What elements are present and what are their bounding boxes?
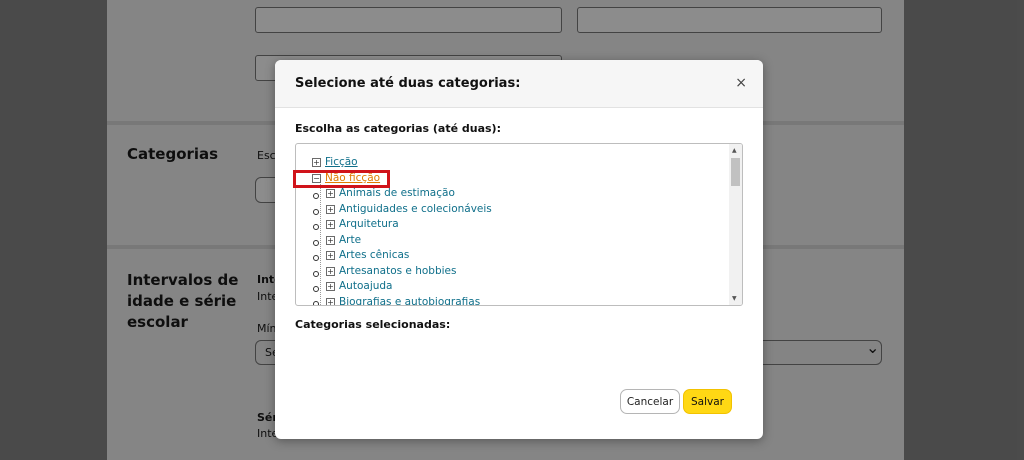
tree-item-label[interactable]: Artesanatos e hobbies	[339, 265, 456, 277]
tree-label: Escolha as categorias (até duas):	[295, 122, 501, 135]
tree-child-item[interactable]: + Arquitetura	[326, 217, 399, 232]
tree-child-item[interactable]: + Animais de estimação	[326, 186, 455, 201]
tree-item-label[interactable]: Autoajuda	[339, 280, 392, 292]
tree-node-dot	[313, 224, 319, 230]
tree-guide-line	[320, 178, 321, 305]
category-tree[interactable]: + Ficção − Não ficção + Animais de estimaçã…	[295, 143, 743, 306]
tree-node-dot	[313, 286, 319, 292]
expand-plus-icon[interactable]: +	[326, 266, 335, 276]
tree-node-dot	[313, 240, 319, 246]
tree-item-label[interactable]: Artes cênicas	[339, 249, 409, 261]
close-icon[interactable]: ×	[735, 75, 747, 91]
cancel-button[interactable]: Cancelar	[620, 389, 680, 414]
tree-item-label[interactable]: Arquitetura	[339, 218, 399, 230]
scroll-up-icon[interactable]: ▲	[732, 147, 737, 154]
tree-node-dot	[313, 255, 319, 261]
expand-plus-icon[interactable]: +	[326, 219, 335, 229]
expand-plus-icon[interactable]: +	[326, 250, 335, 260]
tree-scrollbar[interactable]: ▲ ▼	[729, 144, 742, 305]
save-button[interactable]: Salvar	[683, 389, 732, 414]
tree-item-label[interactable]: Ficção	[325, 156, 358, 168]
expand-plus-icon[interactable]: +	[326, 235, 335, 245]
tree-node-dot	[313, 193, 319, 199]
tree-child-item[interactable]: + Biografias e autobiografias	[326, 295, 480, 305]
category-modal: Selecione até duas categorias: × Escolha…	[275, 60, 763, 439]
highlight-annotation-box	[293, 170, 390, 188]
modal-header: Selecione até duas categorias: ×	[275, 60, 763, 108]
tree-node-dot	[313, 271, 319, 277]
tree-item-ficcao[interactable]: + Ficção	[312, 155, 358, 170]
expand-plus-icon[interactable]: +	[326, 204, 335, 214]
expand-plus-icon[interactable]: +	[326, 188, 335, 198]
tree-item-label[interactable]: Biografias e autobiografias	[339, 296, 480, 305]
expand-plus-icon[interactable]: +	[326, 281, 335, 291]
expand-plus-icon[interactable]: +	[312, 157, 321, 167]
scroll-down-icon[interactable]: ▼	[732, 295, 737, 302]
tree-item-label[interactable]: Arte	[339, 234, 361, 246]
selected-categories-label: Categorias selecionadas:	[295, 318, 451, 331]
tree-item-label[interactable]: Animais de estimação	[339, 187, 455, 199]
tree-node-dot	[313, 209, 319, 215]
expand-plus-icon[interactable]: +	[326, 297, 335, 305]
tree-child-item[interactable]: + Arte	[326, 233, 361, 248]
tree-child-item[interactable]: + Artes cênicas	[326, 248, 409, 263]
tree-child-item[interactable]: + Artesanatos e hobbies	[326, 264, 456, 279]
modal-title: Selecione até duas categorias:	[295, 76, 521, 91]
tree-child-item[interactable]: + Autoajuda	[326, 279, 392, 294]
scroll-thumb[interactable]	[731, 158, 740, 186]
tree-item-label[interactable]: Antiguidades e colecionáveis	[339, 203, 492, 215]
tree-node-dot	[313, 301, 319, 305]
tree-child-item[interactable]: + Antiguidades e colecionáveis	[326, 202, 492, 217]
